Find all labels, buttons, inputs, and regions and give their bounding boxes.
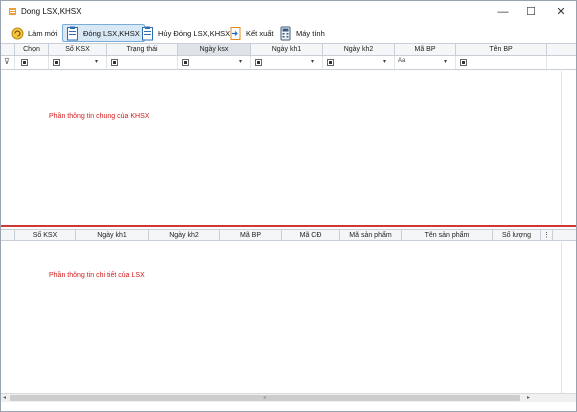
maximize-button[interactable]: ☐ — [524, 5, 538, 19]
chevron-down-icon: ▾ — [382, 59, 386, 65]
clipboard-icon — [67, 26, 78, 40]
cancel-close-plan-button[interactable]: Hủy Đóng LSX,KHSX — [137, 24, 235, 42]
text-filter-icon: Aa — [398, 58, 406, 64]
filter-status[interactable] — [107, 56, 178, 69]
column-header-so-ksx[interactable]: Số KSX — [49, 44, 107, 55]
chevron-down-icon: ▾ — [238, 59, 242, 65]
detail-column-header-so-luong[interactable]: Số lượng — [493, 230, 541, 240]
filter-operator-icon — [327, 59, 334, 66]
horizontal-scrollbar[interactable]: ◂ ≡ ▸ — [1, 393, 576, 402]
filter-operator-icon — [53, 59, 60, 66]
refresh-button-label: Làm mới — [28, 28, 58, 38]
column-header-ngay-ksx[interactable]: Ngày ksx — [178, 44, 251, 55]
scroll-left-icon[interactable]: ◂ — [3, 394, 6, 402]
master-grid-header: Chọn Số KSX Trạng thái Ngày ksx Ngày kh1… — [1, 43, 576, 56]
column-header-ngay-kh2[interactable]: Ngày kh2 — [323, 44, 395, 55]
calculator-icon — [280, 26, 291, 40]
detail-grid-scroll-divider — [561, 242, 562, 393]
title-bar: Dong LSX,KHSX — ☐ ✕ — [1, 1, 576, 23]
column-chooser-icon[interactable]: ⋮ — [541, 230, 553, 240]
refresh-button[interactable]: Làm mới — [7, 24, 63, 42]
scrollbar-thumb[interactable]: ≡ — [10, 395, 520, 401]
filter-ngay-ksx[interactable]: ▾ — [178, 56, 251, 69]
row-indicator-header — [1, 44, 15, 55]
detail-grid-header: Số KSX Ngày kh1 Ngày kh2 Mã BP Mã CĐ Mã … — [1, 229, 576, 241]
chevron-down-icon: ▾ — [443, 59, 447, 65]
detail-column-header-ma-bp[interactable]: Mã BP — [220, 230, 282, 240]
filter-so-ksx[interactable]: ▾ — [49, 56, 107, 69]
detail-grid-hint: Phần thông tin chi tiết của LSX — [49, 272, 145, 279]
filter-ten-bp[interactable] — [456, 56, 547, 69]
master-grid-filter-row: ⊽ ▾ ▾ ▾ ▾ Aa ▾ — [1, 56, 576, 70]
filter-operator-icon — [111, 59, 118, 66]
close-plan-button-label: Đóng LSX,KHSX — [83, 28, 140, 38]
scrollbar-grip-icon: ≡ — [263, 395, 267, 401]
detail-column-header-ngay-kh1[interactable]: Ngày kh1 — [76, 230, 149, 240]
app-icon — [9, 8, 16, 15]
filter-operator-icon — [182, 59, 189, 66]
filter-row-indicator: ⊽ — [1, 56, 15, 69]
scroll-right-icon[interactable]: ▸ — [527, 394, 530, 402]
filter-operator-icon — [255, 59, 262, 66]
row-indicator-header — [1, 230, 15, 240]
main-window: Dong LSX,KHSX — ☐ ✕ Làm mới Đóng LSX,KHS… — [0, 0, 577, 412]
detail-column-header-ten-san-pham[interactable]: Tên sản phẩm — [402, 230, 493, 240]
refresh-icon — [11, 27, 24, 39]
clipboard-icon — [142, 26, 153, 40]
grid-splitter[interactable] — [1, 225, 576, 227]
filter-icon: ⊽ — [4, 57, 10, 66]
chevron-down-icon: ▾ — [94, 59, 98, 65]
minimize-button[interactable]: — — [496, 5, 510, 19]
cancel-close-plan-button-label: Hủy Đóng LSX,KHSX — [158, 28, 231, 38]
column-header-ma-bp[interactable]: Mã BP — [395, 44, 456, 55]
export-button[interactable]: Kết xuất — [225, 24, 279, 42]
filter-ma-bp[interactable]: Aa ▾ — [395, 56, 456, 69]
window-title: Dong LSX,KHSX — [21, 7, 82, 16]
column-header-select[interactable]: Chọn — [15, 44, 49, 55]
column-header-status[interactable]: Trạng thái — [107, 44, 178, 55]
master-grid-scroll-divider — [561, 71, 562, 225]
detail-column-header-ma-cd[interactable]: Mã CĐ — [282, 230, 340, 240]
close-button[interactable]: ✕ — [554, 5, 568, 19]
column-header-ten-bp[interactable]: Tên BP — [456, 44, 547, 55]
filter-select[interactable] — [15, 56, 49, 69]
detail-column-header-ma-san-pham[interactable]: Mã sản phẩm — [340, 230, 402, 240]
detail-column-header-so-ksx[interactable]: Số KSX — [15, 230, 76, 240]
export-icon — [230, 26, 241, 40]
filter-operator-icon — [460, 59, 467, 66]
toolbar: Làm mới Đóng LSX,KHSX Hủy Đóng LSX,KHSX — [1, 23, 576, 43]
export-button-label: Kết xuất — [246, 28, 274, 38]
filter-ngay-kh2[interactable]: ▾ — [323, 56, 395, 69]
master-grid-hint: Phần thông tin chung của KHSX — [49, 113, 150, 120]
filter-ngay-kh1[interactable]: ▾ — [251, 56, 323, 69]
column-header-ngay-kh1[interactable]: Ngày kh1 — [251, 44, 323, 55]
chevron-down-icon: ▾ — [310, 59, 314, 65]
detail-column-header-ngay-kh2[interactable]: Ngày kh2 — [149, 230, 220, 240]
filter-checkbox-icon — [21, 59, 28, 66]
calculator-button-label: Máy tính — [296, 28, 325, 38]
calculator-button[interactable]: Máy tính — [275, 24, 330, 42]
close-plan-button[interactable]: Đóng LSX,KHSX — [62, 24, 145, 42]
